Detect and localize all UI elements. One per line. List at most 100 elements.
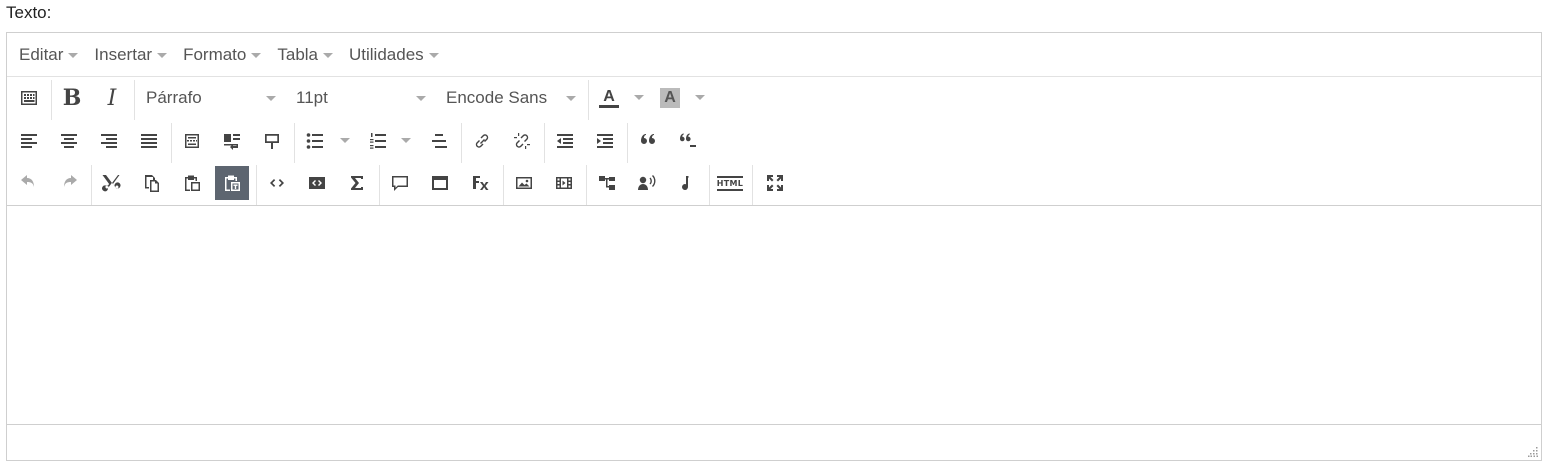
align-right-button[interactable] [92,124,126,158]
bullet-list-button[interactable] [298,124,332,158]
chevron-down-icon [251,53,262,58]
chevron-down-icon [266,96,276,101]
rich-text-editor: Editar Insertar Formato Tabla Utilidades… [6,32,1542,461]
separator [503,165,504,205]
highlight-color-icon: A [660,88,680,108]
align-center-button[interactable] [52,124,86,158]
speaker-person-icon [638,175,656,190]
undo-icon [21,175,34,187]
align-right-icon [101,134,117,148]
italic-button[interactable]: I [95,81,129,115]
chevron-down-icon [157,53,168,58]
audio-button[interactable] [670,166,704,200]
toolbar: B I Párrafo 11pt Encode Sans A A HTML [7,77,1541,206]
source-code-button[interactable] [300,166,334,200]
separator [51,80,52,120]
bg-color-button[interactable]: A [653,81,687,115]
format-painter-button[interactable] [255,124,289,158]
nonbreaking-button[interactable] [215,124,249,158]
toolbar-row-2 [7,121,1541,163]
cut-button[interactable] [95,166,129,200]
insert-link-button[interactable] [465,124,499,158]
menu-label: Editar [19,44,64,64]
sigma-icon [351,176,363,190]
sitemap-icon [599,176,615,190]
bullet-list-icon [306,133,323,149]
code-button[interactable] [260,166,294,200]
copy-icon [145,175,159,192]
numbered-list-button[interactable] [361,124,395,158]
indent-button[interactable] [588,124,622,158]
outdent-list-button[interactable] [422,124,456,158]
speech-button[interactable] [630,166,664,200]
paste-text-icon [225,175,240,191]
separator [544,123,545,163]
film-icon [556,177,572,189]
editor-content-area[interactable] [7,206,1541,424]
unlink-button[interactable] [505,124,539,158]
paste-button[interactable] [175,166,209,200]
sitemap-button[interactable] [590,166,624,200]
font-family-select[interactable]: Encode Sans [446,81,584,115]
separator [379,165,380,205]
numbered-list-dropdown[interactable] [401,138,411,143]
separator [91,165,92,205]
paste-text-button[interactable] [215,166,249,200]
align-left-button[interactable] [12,124,46,158]
menu-label: Insertar [94,44,153,64]
insert-media-button[interactable] [547,166,581,200]
chevron-down-icon [566,96,576,101]
outdent-button[interactable] [548,124,582,158]
separator [134,80,135,120]
font-size-value: 11pt [296,88,328,107]
unlink-icon [514,133,530,149]
fullscreen-icon [767,175,783,191]
math-button[interactable] [340,166,374,200]
comment-button[interactable] [383,166,417,200]
blockquote-button[interactable] [631,124,665,158]
status-bar [7,424,1541,460]
bullet-list-dropdown[interactable] [340,138,350,143]
menu-insertar[interactable]: Insertar [86,40,175,70]
template-button[interactable] [423,166,457,200]
text-color-dropdown[interactable] [634,95,644,100]
text-color-button[interactable]: A [592,81,626,115]
separator [171,123,172,163]
chevron-down-icon [416,96,426,101]
page-break-button[interactable] [175,124,209,158]
html-button[interactable]: HTML [713,166,747,200]
menu-label: Tabla [277,44,318,64]
chevron-down-icon [323,53,333,58]
numbered-list-icon [370,133,386,149]
separator [294,123,295,163]
bold-button[interactable]: B [55,81,89,115]
menu-label: Utilidades [349,44,424,64]
menu-tabla[interactable]: Tabla [269,40,341,70]
undo-button[interactable] [12,166,46,200]
paint-format-icon [265,134,279,149]
resize-handle-icon[interactable] [1528,447,1538,457]
menu-editar[interactable]: Editar [11,40,86,70]
fullscreen-button[interactable] [758,166,792,200]
menu-formato[interactable]: Formato [175,40,269,70]
comment-icon [392,176,408,191]
align-justify-button[interactable] [132,124,166,158]
music-note-icon [682,176,689,191]
insert-image-button[interactable] [507,166,541,200]
align-left-icon [21,134,37,148]
remove-format-button[interactable] [463,166,497,200]
font-size-select[interactable]: 11pt [296,81,434,115]
cite-button[interactable] [671,124,705,158]
redo-button[interactable] [52,166,86,200]
block-format-select[interactable]: Párrafo [146,81,284,115]
menu-utilidades[interactable]: Utilidades [341,40,447,70]
toggle-toolbar-button[interactable] [12,81,46,115]
separator [627,123,628,163]
bg-color-dropdown[interactable] [695,95,705,100]
separator [709,165,710,205]
window-icon [432,176,448,190]
align-center-icon [61,134,77,148]
copy-button[interactable] [135,166,169,200]
separator [256,165,257,205]
source-code-icon [309,177,325,189]
